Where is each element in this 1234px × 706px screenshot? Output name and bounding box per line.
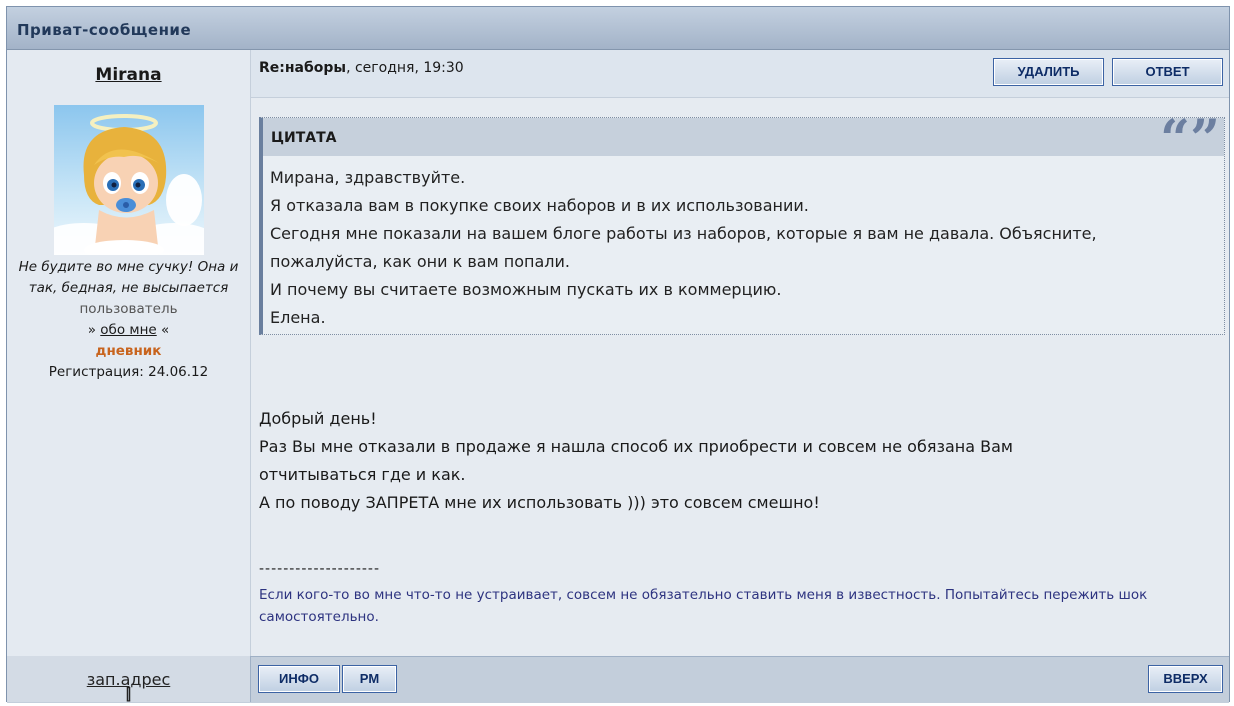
author-role: пользователь bbox=[79, 301, 178, 317]
reply-button[interactable]: ОТВЕТ bbox=[1112, 58, 1223, 86]
body-line: Добрый день! bbox=[259, 409, 377, 428]
author-profile: Не будите во мне сучку! Она и так, бедна… bbox=[7, 257, 250, 383]
quote-line: пожалуйста, как они к вам попали. bbox=[270, 252, 570, 271]
signature-divider: -------------------- bbox=[259, 561, 381, 577]
quote-block: ЦИТАТА “” Мирана, здравствуйте. Я отказа… bbox=[259, 114, 1225, 335]
delete-button[interactable]: УДАЛИТЬ bbox=[993, 58, 1104, 86]
private-message-panel: Приват-сообщение Mirana Не будите во мне… bbox=[6, 6, 1230, 703]
author-status-quote: Не будите во мне сучку! Она и так, бедна… bbox=[18, 259, 239, 296]
panel-title: Приват-сообщение bbox=[17, 21, 192, 39]
subject-title: Re:наборы bbox=[259, 60, 347, 76]
address-wrapper: [ зап.адрес ] bbox=[7, 670, 250, 703]
quote-line: И почему вы считаете возможным пускать и… bbox=[270, 280, 782, 299]
quote-marks-icon: “” bbox=[1160, 109, 1220, 170]
title-bar: Приват-сообщение bbox=[7, 7, 1229, 50]
message-body: Добрый день! Раз Вы мне отказали в прода… bbox=[259, 405, 1013, 517]
about-line: » обо мне « bbox=[7, 320, 250, 341]
avatar bbox=[54, 105, 204, 255]
top-button[interactable]: ВВЕРХ bbox=[1148, 665, 1223, 693]
message-time: , сегодня, 19:30 bbox=[346, 60, 464, 76]
body-line: А по поводу ЗАПРЕТА мне их использовать … bbox=[259, 493, 820, 512]
quote-text: Мирана, здравствуйте. Я отказала вам в п… bbox=[270, 164, 1097, 332]
about-prefix: » bbox=[87, 322, 96, 338]
body-line: Раз Вы мне отказали в продаже я нашла сп… bbox=[259, 437, 1013, 456]
body-line: отчитываться где и как. bbox=[259, 465, 466, 484]
quote-header: ЦИТАТА “” bbox=[263, 114, 1224, 166]
quote-line: Я отказала вам в покупке своих наборов и… bbox=[270, 196, 809, 215]
footer-author-cell: [ зап.адрес ] bbox=[7, 656, 251, 703]
angel-avatar-image bbox=[54, 114, 204, 255]
registration-date: Регистрация: 24.06.12 bbox=[48, 364, 209, 380]
about-suffix: « bbox=[161, 322, 170, 338]
bracket-close: ] bbox=[125, 684, 132, 703]
diary-link[interactable]: дневник bbox=[96, 343, 162, 359]
author-name-link[interactable]: Mirana bbox=[7, 65, 250, 85]
about-me-link[interactable]: обо мне bbox=[100, 322, 156, 338]
quote-line: Сегодня мне показали на вашем блоге рабо… bbox=[270, 224, 1097, 243]
message-subject: Re:наборы, сегодня, 19:30 bbox=[259, 60, 464, 76]
quote-line: Елена. bbox=[270, 308, 326, 327]
quote-line: Мирана, здравствуйте. bbox=[270, 168, 466, 187]
signature-text: Если кого-то во мне что-то не устраивает… bbox=[259, 587, 1148, 625]
quote-label: ЦИТАТА bbox=[271, 130, 337, 146]
pm-button[interactable]: PM bbox=[342, 665, 397, 693]
info-button[interactable]: ИНФО bbox=[258, 665, 340, 693]
